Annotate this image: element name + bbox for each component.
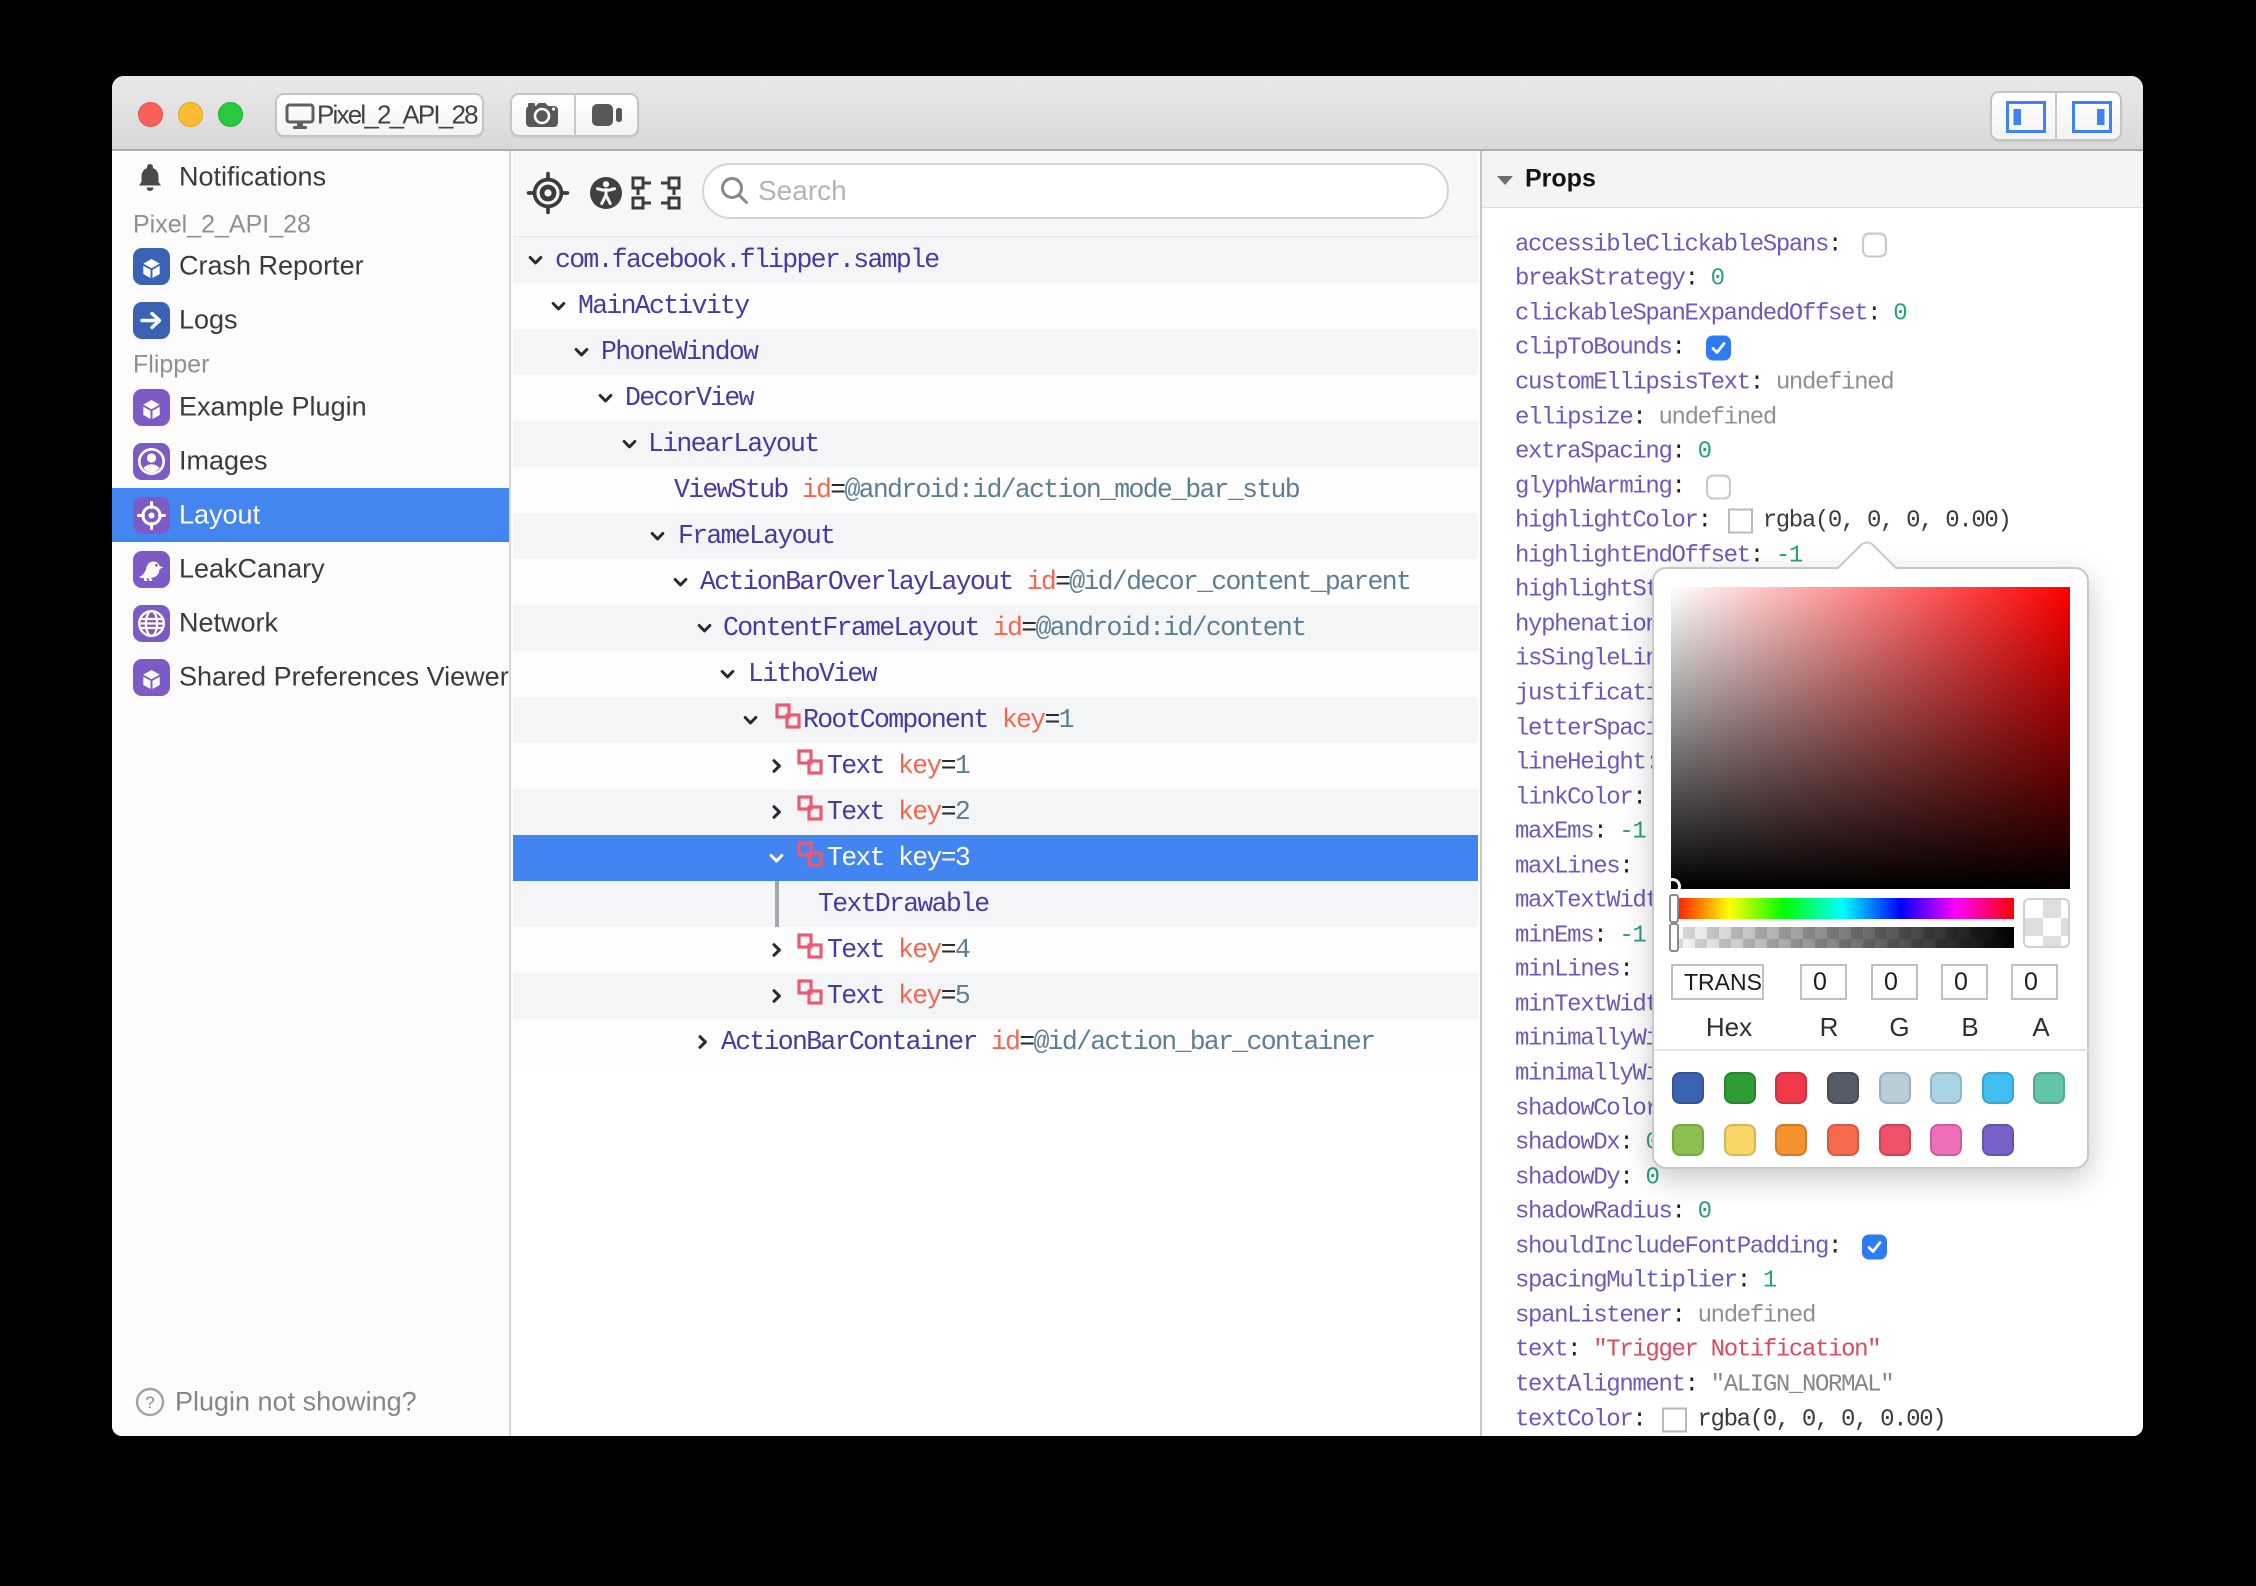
svg-text:?: ? (145, 1393, 154, 1412)
